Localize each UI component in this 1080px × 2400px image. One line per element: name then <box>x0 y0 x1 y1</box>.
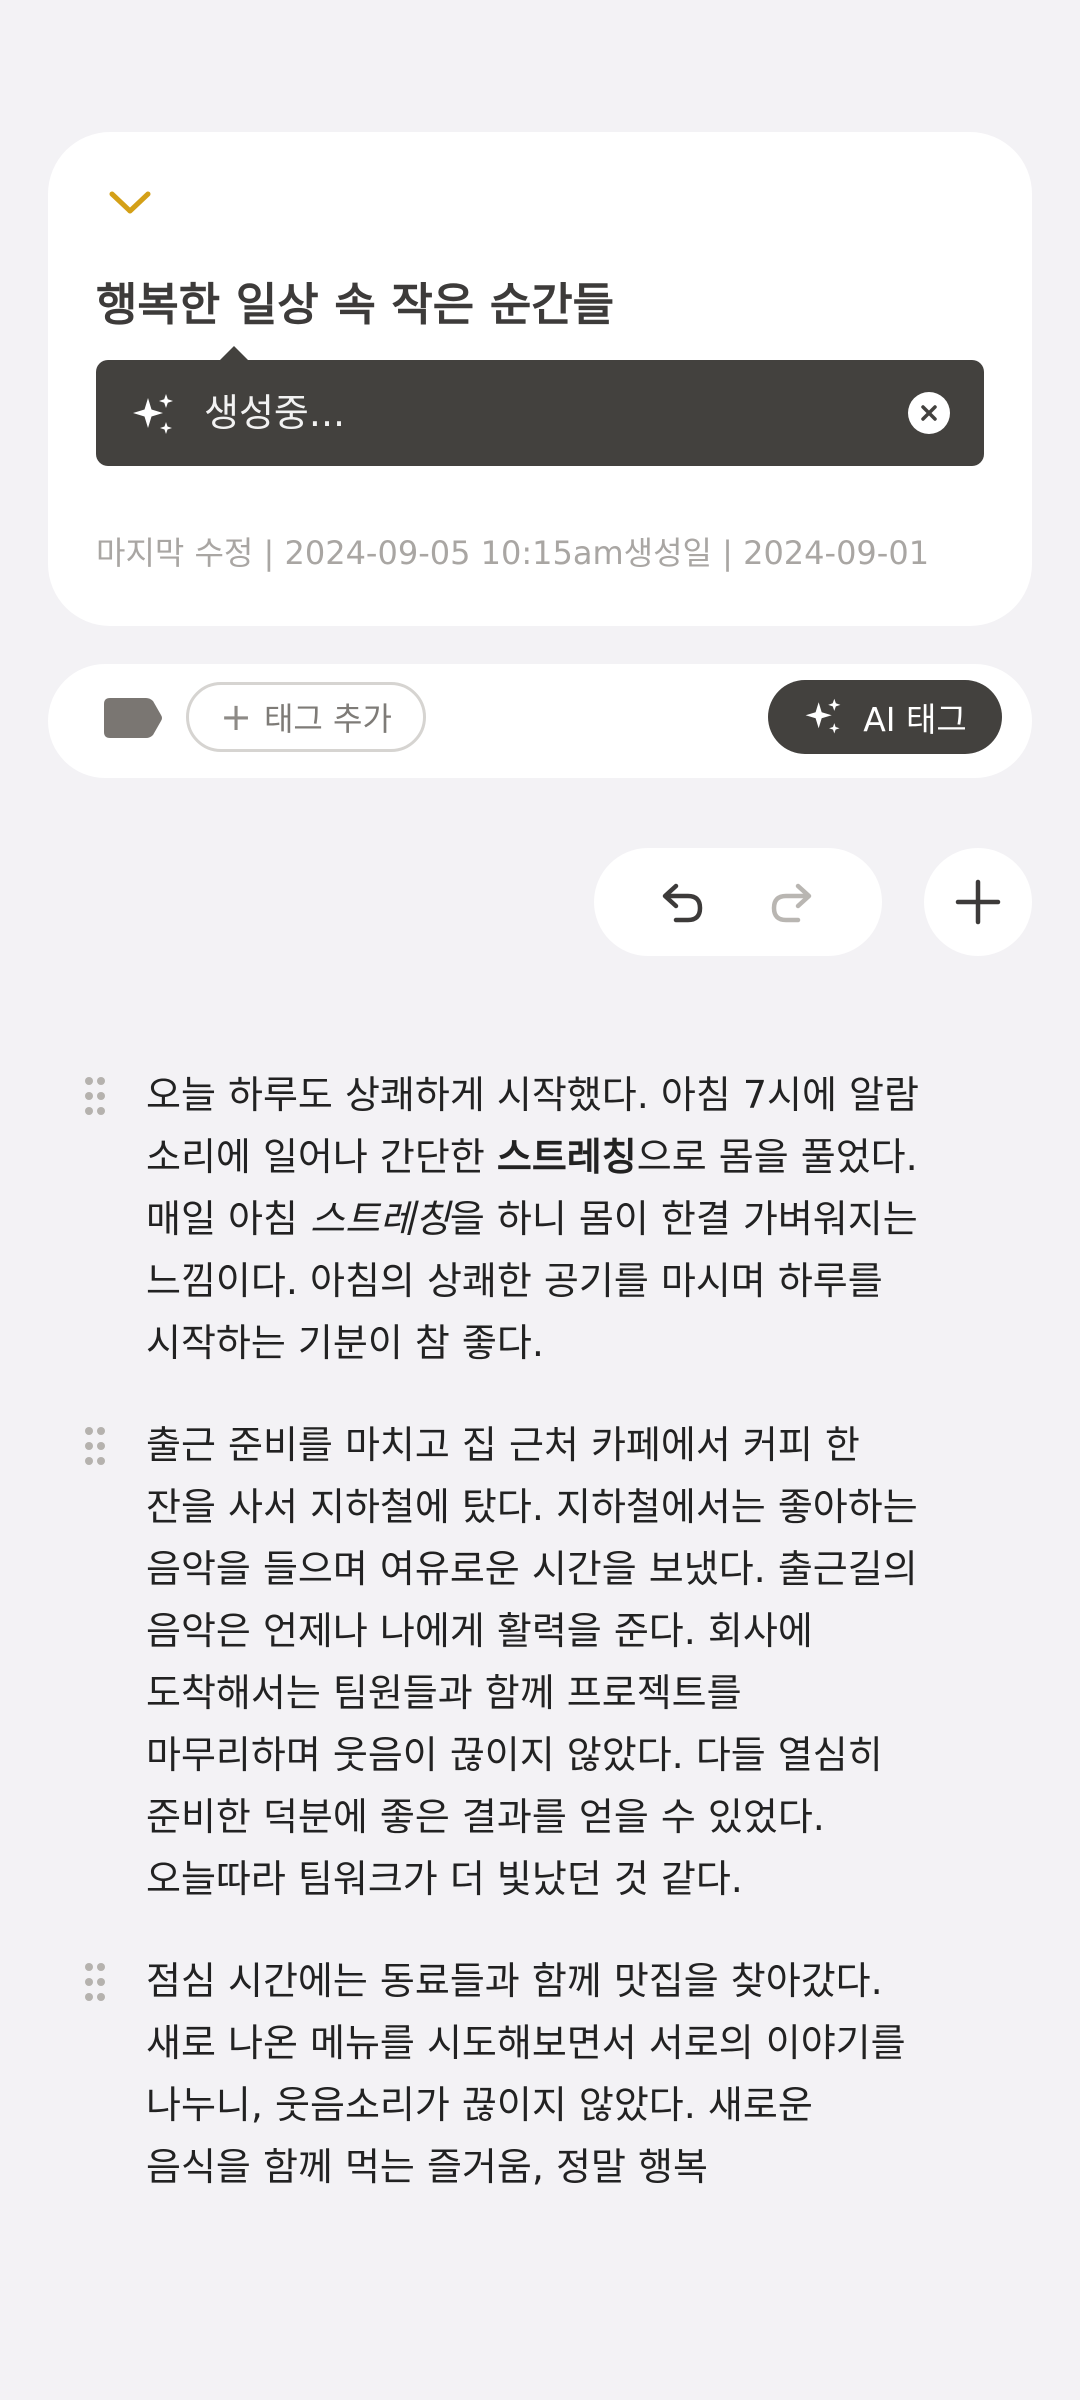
paragraph-block[interactable]: 점심 시간에는 동료들과 함께 맛집을 찾아갔다. 새로 나온 메뉴를 시도해보… <box>0 1950 1080 2198</box>
undo-icon <box>662 883 703 923</box>
redo-button[interactable] <box>764 874 824 934</box>
redo-icon <box>771 883 812 923</box>
drag-handle-icon[interactable] <box>84 1426 106 1466</box>
tag-icon <box>104 698 162 738</box>
drag-handle-icon[interactable] <box>84 1962 106 2002</box>
ai-tag-button[interactable]: AI 태그 <box>768 680 1002 754</box>
close-icon <box>921 405 937 421</box>
chevron-down-icon <box>109 191 151 214</box>
note-body[interactable]: 오늘 하루도 상쾌하게 시작했다. 아침 7시에 알람 소리에 일어나 간단한 … <box>0 1064 1080 2300</box>
paragraph-block[interactable]: 오늘 하루도 상쾌하게 시작했다. 아침 7시에 알람 소리에 일어나 간단한 … <box>0 1064 1080 1374</box>
bold-text: 스트레칭 <box>496 1135 637 1179</box>
undo-button[interactable] <box>650 874 710 934</box>
paragraph-text[interactable]: 오늘 하루도 상쾌하게 시작했다. 아침 7시에 알람 소리에 일어나 간단한 … <box>146 1064 926 1374</box>
ai-tag-label: AI 태그 <box>863 700 967 739</box>
plus-icon <box>955 879 1001 925</box>
note-metadata: 마지막 수정 | 2024-09-05 10:15am생성일 | 2024-09… <box>96 534 930 572</box>
add-block-button[interactable] <box>924 848 1032 956</box>
note-editor-screen: 행복한 일상 속 작은 순간들 생성중... 마지막 수정 | 2024-09-… <box>0 0 1080 2400</box>
undo-redo-group <box>594 848 882 956</box>
sparkle-icon <box>805 698 841 734</box>
note-title[interactable]: 행복한 일상 속 작은 순간들 <box>96 274 976 336</box>
collapse-button[interactable] <box>100 178 160 228</box>
paragraph-text[interactable]: 출근 준비를 마치고 집 근처 카페에서 커피 한 잔을 사서 지하철에 탔다.… <box>146 1414 926 1910</box>
cancel-generation-button[interactable] <box>908 392 950 434</box>
add-tag-label: 태그 추가 <box>263 700 392 738</box>
sparkle-icon <box>133 394 173 434</box>
generating-status-text: 생성중... <box>204 391 346 435</box>
italic-text: 스트레칭 <box>310 1197 450 1241</box>
plus-icon: + <box>220 695 252 739</box>
paragraph-text[interactable]: 점심 시간에는 동료들과 함께 맛집을 찾아갔다. 새로 나온 메뉴를 시도해보… <box>146 1950 926 2198</box>
paragraph-block[interactable]: 출근 준비를 마치고 집 근처 카페에서 커피 한 잔을 사서 지하철에 탔다.… <box>0 1414 1080 1910</box>
add-tag-button[interactable]: + 태그 추가 <box>186 682 426 752</box>
drag-handle-icon[interactable] <box>84 1076 106 1116</box>
